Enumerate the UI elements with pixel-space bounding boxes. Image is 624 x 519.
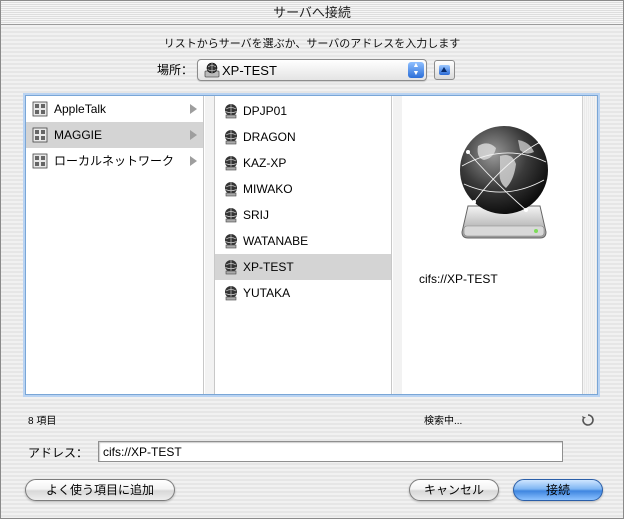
disclosure-arrow-icon [190, 130, 197, 140]
server-icon [225, 104, 237, 119]
list-item-label: DRAGON [243, 130, 296, 144]
window-title: サーバへ接続 [1, 1, 623, 25]
network-volume-icon [204, 62, 220, 78]
location-popup[interactable]: XP-TEST ▲ ▼ [197, 59, 427, 81]
list-item-label: MAGGIE [54, 128, 103, 142]
server-browser: AppleTalk MAGGIE ローカルネットワーク DPJP01 DRAGO… [25, 95, 598, 395]
list-item[interactable]: DRAGON [215, 124, 391, 150]
network-icon [32, 127, 48, 143]
server-icon [225, 130, 237, 145]
network-icon [32, 101, 48, 117]
list-item-label: XP-TEST [243, 260, 294, 274]
network-server-globe-icon [460, 126, 548, 239]
list-item-label: WATANABE [243, 234, 309, 248]
search-status: 検索中... [424, 416, 463, 427]
item-count: 8 項目 [28, 416, 57, 427]
location-label: 場所： [157, 63, 194, 77]
preview-column: cifs://XP-TEST [402, 96, 580, 394]
address-label: アドレス： [28, 446, 89, 460]
up-arrow-icon [439, 65, 450, 75]
list-item[interactable]: SRIJ [215, 202, 391, 228]
disclosure-arrow-icon [190, 104, 197, 114]
list-item[interactable]: MAGGIE [26, 122, 203, 148]
location-popup-value: XP-TEST [222, 63, 277, 78]
list-item-label: KAZ-XP [243, 156, 287, 170]
list-item[interactable]: XP-TEST [215, 254, 391, 280]
column-resizer[interactable] [393, 96, 402, 394]
list-item-label: SRIJ [243, 208, 270, 222]
list-item[interactable]: MIWAKO [215, 176, 391, 202]
network-icon [32, 153, 48, 169]
disclosure-arrow-icon [190, 156, 197, 166]
column-resizer[interactable] [205, 96, 214, 394]
refresh-spinner-icon [582, 414, 594, 426]
server-icon [225, 234, 237, 249]
list-item-label: DPJP01 [243, 104, 288, 118]
add-to-favorites-button[interactable]: よく使う項目に追加 [25, 479, 175, 501]
browser-column-2[interactable]: DPJP01 DRAGON KAZ-XP MIWAKO SRIJ WATANAB… [214, 96, 392, 394]
list-item-label: MIWAKO [243, 182, 293, 196]
address-input[interactable] [98, 441, 563, 462]
server-icon [225, 156, 237, 171]
popup-arrows-icon: ▲ ▼ [408, 62, 424, 78]
list-item-label: YUTAKA [243, 286, 291, 300]
list-item[interactable]: ローカルネットワーク [26, 148, 203, 174]
list-item[interactable]: WATANABE [215, 228, 391, 254]
server-icon [225, 286, 237, 301]
list-item-label: ローカルネットワーク [54, 154, 175, 168]
server-icon [225, 182, 237, 197]
list-item[interactable]: YUTAKA [215, 280, 391, 306]
instruction-text: リストからサーバを選ぶか、サーバのアドレスを入力します [163, 38, 461, 50]
list-item[interactable]: KAZ-XP [215, 150, 391, 176]
list-item[interactable]: DPJP01 [215, 98, 391, 124]
horizontal-scrollbar[interactable] [582, 96, 597, 394]
list-item-label: AppleTalk [54, 102, 107, 116]
list-item[interactable]: AppleTalk [26, 96, 203, 122]
server-icon [225, 208, 237, 223]
cancel-button[interactable]: キャンセル [409, 479, 499, 501]
server-icon [225, 260, 237, 275]
up-level-button[interactable] [434, 60, 455, 80]
preview-address: cifs://XP-TEST [419, 272, 498, 286]
connect-to-server-dialog: サーバへ接続 リストからサーバを選ぶか、サーバのアドレスを入力します 場所： X… [0, 0, 624, 519]
browser-column-1[interactable]: AppleTalk MAGGIE ローカルネットワーク [26, 96, 204, 394]
connect-button[interactable]: 接続 [513, 479, 603, 501]
